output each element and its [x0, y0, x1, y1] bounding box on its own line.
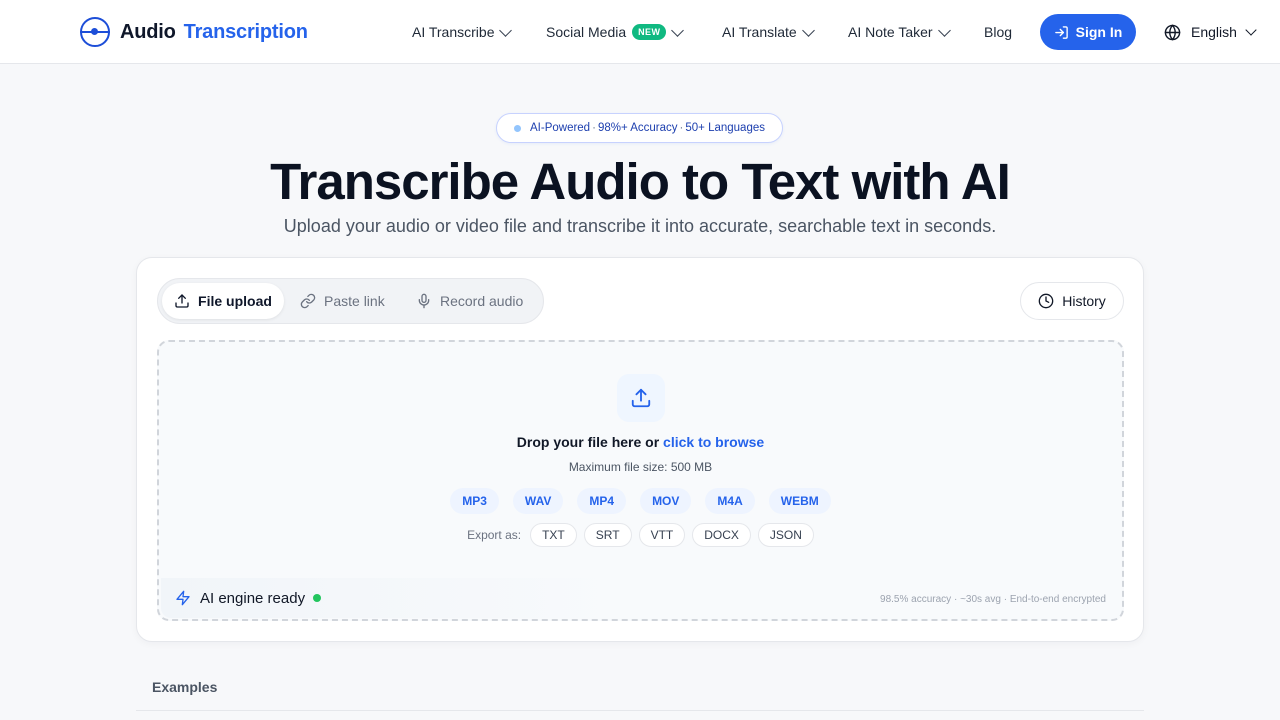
- nav-ai-translate[interactable]: AI Translate: [722, 0, 815, 64]
- brand-name-second: Transcription: [183, 20, 308, 43]
- tab-file-upload-label: File upload: [198, 293, 272, 309]
- pill-accuracy: 98%+ Accuracy: [597, 122, 678, 134]
- tab-paste-link[interactable]: Paste link: [300, 283, 400, 319]
- export-chip: JSON: [757, 523, 814, 547]
- file-dropzone[interactable]: Drop your file here or click to browse M…: [157, 340, 1124, 621]
- browse-link[interactable]: click to browse: [663, 434, 764, 450]
- engine-status-text: AI engine ready: [200, 589, 306, 607]
- language-selector[interactable]: English: [1164, 0, 1257, 64]
- page-title: Transcribe Audio to Text with AI: [270, 153, 1011, 210]
- engine-stats: 98.5% accuracy · ~30s avg · End-to-end e…: [880, 594, 1106, 605]
- nav-ai-note-taker[interactable]: AI Note Taker: [848, 0, 951, 64]
- brand-logo[interactable]: Audio Transcription: [80, 16, 308, 48]
- nav-ai-translate-label: AI Translate: [722, 24, 797, 40]
- link-icon: [300, 293, 316, 309]
- format-chip: WEBM: [768, 488, 831, 514]
- format-chip: MP3: [450, 488, 499, 514]
- tab-paste-link-label: Paste link: [324, 293, 385, 309]
- microphone-icon: [418, 293, 430, 309]
- upload-icon: [631, 388, 651, 408]
- max-file-size: Maximum file size: 500 MB: [568, 460, 713, 474]
- language-label: English: [1191, 24, 1237, 40]
- pill-separator: ·: [592, 122, 596, 134]
- chevron-down-icon: [801, 23, 815, 37]
- format-chip: MP4: [577, 488, 627, 514]
- history-label: History: [1062, 293, 1106, 309]
- nav-ai-transcribe[interactable]: AI Transcribe: [412, 0, 513, 64]
- upload-icon: [175, 294, 189, 308]
- transcription-card: File upload Paste link Record audio Hist…: [136, 257, 1144, 642]
- status-ok-dot: [313, 594, 322, 602]
- sign-in-label: Sign In: [1075, 24, 1123, 40]
- examples-heading: Examples: [152, 679, 218, 695]
- drop-instruction: Drop your file here or click to browse: [159, 434, 1122, 450]
- globe-icon: [1164, 23, 1181, 41]
- export-chip: TXT: [530, 523, 577, 547]
- examples-divider: [136, 710, 1144, 711]
- login-arrow-icon: [1054, 25, 1068, 39]
- page-subtitle: Upload your audio or video file and tran…: [283, 216, 997, 236]
- lightning-icon: [176, 590, 190, 606]
- chevron-down-icon: [1245, 24, 1257, 36]
- pill-languages: 50+ Languages: [685, 122, 765, 134]
- nav-ai-transcribe-label: AI Transcribe: [412, 24, 495, 40]
- export-formats: Export as: TXT SRT VTT DOCX JSON: [159, 523, 1122, 547]
- engine-status: AI engine ready: [161, 578, 631, 618]
- circle-target-icon: [80, 17, 110, 47]
- sign-in-button[interactable]: Sign In: [1040, 14, 1136, 50]
- export-chip: VTT: [638, 523, 686, 547]
- chevron-down-icon: [499, 23, 513, 37]
- pill-ai-powered: AI-Powered: [530, 122, 591, 134]
- nav-social-media[interactable]: Social Media NEW: [546, 0, 685, 64]
- top-header: Audio Transcription AI Transcribe Social…: [0, 0, 1280, 64]
- format-chip: MOV: [640, 488, 692, 514]
- tab-file-upload[interactable]: File upload: [162, 283, 284, 319]
- clock-icon: [1038, 293, 1054, 309]
- pill-dot: [514, 124, 521, 132]
- supported-formats: MP3 WAV MP4 MOV M4A WEBM: [159, 488, 1122, 514]
- format-chip: WAV: [512, 488, 564, 514]
- nav-blog-label: Blog: [984, 24, 1013, 40]
- new-badge: NEW: [632, 24, 667, 40]
- format-chip: M4A: [705, 488, 755, 514]
- nav-social-media-label: Social Media: [546, 24, 627, 40]
- tab-record-audio-label: Record audio: [440, 293, 524, 309]
- export-chip: DOCX: [692, 523, 751, 547]
- history-button[interactable]: History: [1020, 282, 1124, 320]
- nav-ai-note-taker-label: AI Note Taker: [848, 24, 933, 40]
- export-chip: SRT: [583, 523, 632, 547]
- drop-text: Drop your file here or: [516, 434, 660, 450]
- tab-record-audio[interactable]: Record audio: [416, 283, 536, 319]
- feature-pill: AI-Powered · 98%+ Accuracy · 50+ Languag…: [496, 113, 783, 143]
- nav-blog[interactable]: Blog: [984, 0, 1012, 64]
- pill-separator: ·: [679, 122, 684, 134]
- input-mode-tabs: File upload Paste link Record audio: [157, 278, 544, 324]
- dropzone-icon-box: [617, 374, 665, 422]
- export-label: Export as:: [467, 528, 522, 542]
- brand-name-first: Audio: [120, 20, 176, 43]
- chevron-down-icon: [937, 23, 951, 37]
- chevron-down-icon: [671, 23, 685, 37]
